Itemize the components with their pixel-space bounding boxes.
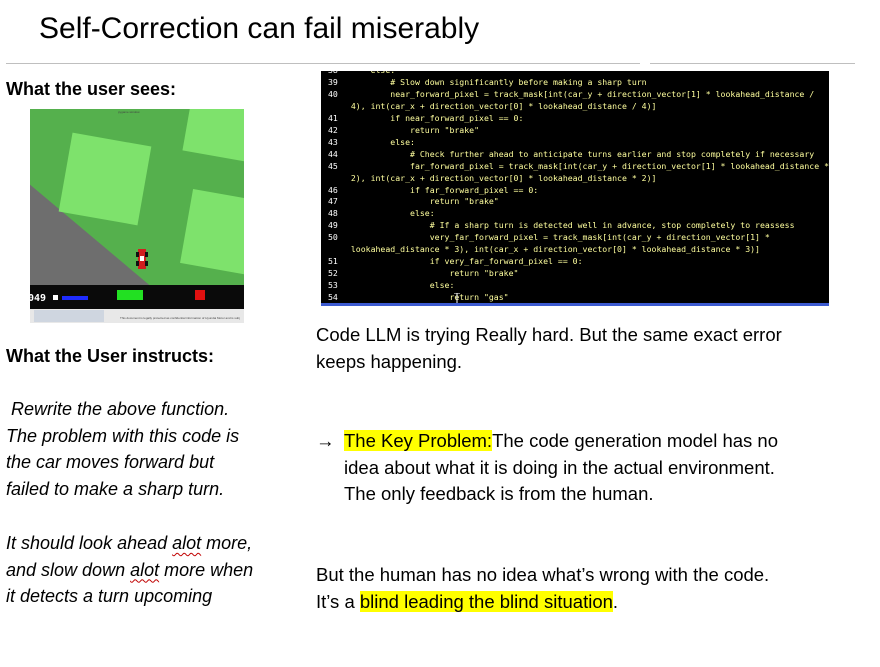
instruction-line: It should look ahead alot more, <box>6 530 253 557</box>
code-line-text: else: <box>341 71 396 75</box>
key-problem-line: The only feedback is from the human. <box>344 483 654 504</box>
code-line-text: return "gas" <box>341 292 509 303</box>
slide-title: Self-Correction can fail miserably <box>39 12 480 45</box>
misspelled-word: alot <box>172 533 202 553</box>
code-line-text: far_forward_pixel = track_mask[int(car_y… <box>341 160 829 171</box>
text-span: more when <box>159 559 254 580</box>
code-line-number: 44 <box>328 148 338 159</box>
hud-blue-indicator <box>62 296 88 300</box>
instruction-line: Rewrite the above function. <box>6 399 230 419</box>
code-screenshot: 38 else:39 # Slow down significantly bef… <box>321 71 829 306</box>
code-line-text: 4), int(car_x + direction_vector[0] * lo… <box>341 100 657 111</box>
key-problem-line: idea about what it is doing in the actua… <box>344 456 775 478</box>
text-span: and slow down <box>6 559 131 580</box>
instruction-line: failed to make a sharp turn. <box>6 478 225 499</box>
grass-tile <box>58 132 152 226</box>
game-footer-caption: This document is legally protected as co… <box>120 316 240 320</box>
code-line-number: 49 <box>328 220 338 231</box>
code-line-text: return "brake" <box>341 124 480 135</box>
title-rule-left <box>6 63 640 64</box>
text-span: It should look ahead <box>6 533 173 553</box>
key-problem-span: The code generation model has no <box>492 430 778 451</box>
code-line-text: # Check further ahead to anticipate turn… <box>341 148 815 159</box>
car-icon <box>136 249 148 269</box>
code-line-number: 43 <box>328 136 338 147</box>
blind-span: It’s a <box>316 590 360 612</box>
blind-line: But the human has no idea what’s wrong w… <box>316 564 770 585</box>
code-line-text: # If a sharp turn is detected well in ad… <box>341 220 795 231</box>
code-line-text: else: <box>341 208 435 219</box>
misspelled-word: alot <box>130 559 160 580</box>
arrow-icon: → <box>316 430 335 451</box>
code-line-text: else: <box>341 136 415 147</box>
key-problem-line: The Key Problem:The code generation mode… <box>344 428 778 455</box>
code-line-number: 41 <box>328 112 338 123</box>
code-line-text: if near_forward_pixel == 0: <box>341 112 524 123</box>
user-instructs-heading: What the User instructs: <box>6 346 215 366</box>
code-line-number: 39 <box>328 76 338 87</box>
text-span: more, <box>201 533 253 553</box>
code-line-text: if very_far_forward_pixel == 0: <box>341 256 583 267</box>
hud-white-indicator <box>53 295 58 300</box>
caption-line: Code LLM is trying Really hard. But the … <box>316 324 782 345</box>
code-line-number: 51 <box>328 256 338 267</box>
code-line-text: return "brake" <box>341 268 519 279</box>
code-line-text: # Slow down significantly before making … <box>341 76 647 87</box>
code-line-text: lookahead_distance * 3), int(car_x + dir… <box>341 244 760 255</box>
caption-line: keeps happening. <box>316 350 463 372</box>
caption-text: Code LLM is trying Really hard. But the … <box>316 322 782 375</box>
key-problem-text: The Key Problem:The code generation mode… <box>344 428 778 508</box>
code-line-text: if far_forward_pixel == 0: <box>341 184 539 195</box>
code-line-number: 45 <box>328 160 338 171</box>
code-line-number: 53 <box>328 280 338 291</box>
instruction-line: it detects a turn upcoming <box>6 586 213 606</box>
grass-tile <box>182 109 244 163</box>
blind-text: But the human has no idea what’s wrong w… <box>316 562 769 615</box>
code-line-text: near_forward_pixel = track_mask[int(car_… <box>341 88 815 99</box>
user-sees-heading: What the user sees: <box>6 79 177 99</box>
game-window-caption: pygame window <box>118 110 140 114</box>
code-line-number: 52 <box>328 268 338 279</box>
instruction-line: and slow down alot more when <box>6 557 253 584</box>
code-line-number: 54 <box>328 292 338 303</box>
code-line-number: 46 <box>328 184 338 195</box>
blind-span: . <box>612 590 619 612</box>
taskbar-window-thumb <box>34 310 104 322</box>
code-line-number: 48 <box>328 208 338 219</box>
instruction-line: The problem with this code is <box>6 425 240 446</box>
code-line-number: 40 <box>328 88 338 99</box>
blind-line: It’s a blind leading the blind situation… <box>316 589 769 616</box>
code-panel-edge <box>321 303 829 306</box>
code-line-number: 42 <box>328 124 338 135</box>
instruction-paragraph-1: Rewrite the above function. The problem … <box>6 396 239 502</box>
code-line-text: very_far_forward_pixel = track_mask[int(… <box>341 232 770 243</box>
code-line-text: 2), int(car_x + direction_vector[0] * lo… <box>341 172 657 183</box>
hud-red-indicator <box>195 290 205 300</box>
code-line-number: 47 <box>328 196 338 207</box>
hud-counter: 049 <box>30 293 47 304</box>
code-line-number: 38 <box>328 71 338 75</box>
title-rule-right <box>650 63 855 64</box>
game-screenshot: pygame window 049 <box>30 109 244 323</box>
hud-green-indicator <box>117 290 143 300</box>
code-line-text: else: <box>341 280 455 291</box>
code-line-text: return "brake" <box>341 196 499 207</box>
code-line-number: 50 <box>328 232 338 243</box>
instruction-line: the car moves forward but <box>6 452 215 472</box>
instruction-paragraph-2: It should look ahead alot more, and slow… <box>6 530 253 610</box>
key-problem-label: The Key Problem: <box>344 430 493 451</box>
grass-tile <box>180 189 244 276</box>
blind-highlight: blind leading the blind situation <box>359 590 613 612</box>
